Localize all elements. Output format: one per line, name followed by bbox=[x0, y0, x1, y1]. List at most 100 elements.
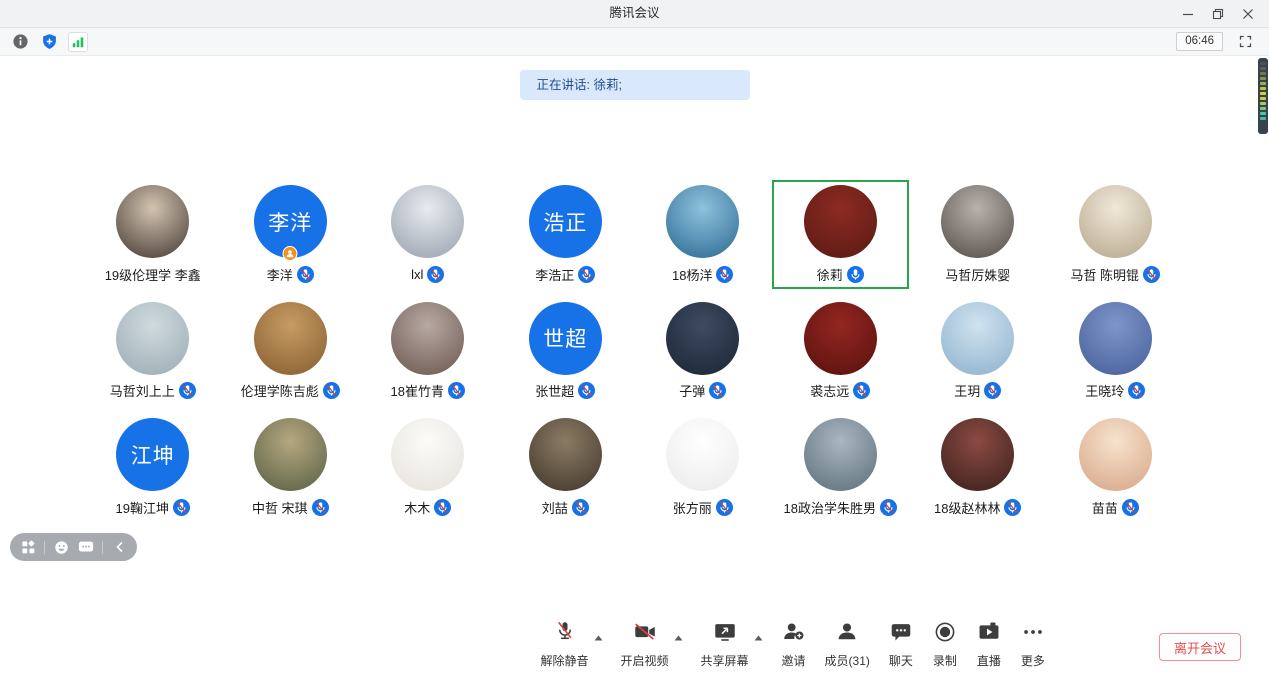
participant-tile[interactable]: 18崔竹青 bbox=[359, 297, 497, 406]
mic-muted-icon bbox=[716, 266, 733, 283]
participant-tile[interactable]: 子弹 bbox=[634, 297, 772, 406]
title-bar: 腾讯会议 bbox=[0, 0, 1269, 28]
toolbar-button-group: 邀请 bbox=[781, 619, 807, 669]
avatar: 浩正 bbox=[529, 185, 602, 258]
volume-level-bar bbox=[1260, 77, 1266, 80]
participant-name-row: 苗苗 bbox=[1092, 498, 1139, 516]
participant-tile[interactable]: lxl bbox=[359, 180, 497, 289]
record-button[interactable]: 录制 bbox=[932, 619, 958, 669]
mic-muted-icon bbox=[1128, 382, 1145, 399]
participant-tile[interactable]: 张方丽 bbox=[634, 413, 772, 522]
toolbar-button-group: 共享屏幕 bbox=[701, 619, 763, 669]
participant-name: 子弹 bbox=[679, 381, 705, 400]
camera-off-button[interactable]: 开启视频 bbox=[621, 619, 669, 669]
members-button[interactable]: 成员(31) bbox=[825, 619, 870, 669]
more-button[interactable]: 更多 bbox=[1020, 619, 1046, 669]
participant-name-row: 木木 bbox=[404, 498, 451, 516]
chat-icon bbox=[888, 619, 914, 650]
chevron-up-icon[interactable] bbox=[674, 628, 683, 646]
avatar bbox=[666, 302, 739, 375]
participant-tile[interactable]: 王晓玲 bbox=[1047, 297, 1185, 406]
participant-tile[interactable]: 马哲刘上上 bbox=[84, 297, 222, 406]
restore-icon[interactable] bbox=[1203, 0, 1233, 28]
apps-layout-icon[interactable] bbox=[19, 538, 37, 556]
avatar bbox=[1079, 185, 1152, 258]
participant-row: 江坤19鞠江坤中哲 宋琪木木 刘喆 张方丽18政治学朱胜男 18级赵林林 苗苗 bbox=[84, 413, 1184, 522]
avatar bbox=[391, 185, 464, 258]
participant-tile[interactable]: 伦理学陈吉彪 bbox=[222, 297, 360, 406]
network-signal-icon[interactable] bbox=[68, 32, 88, 52]
avatar bbox=[116, 302, 189, 375]
live-icon bbox=[976, 619, 1002, 650]
host-icon bbox=[286, 249, 295, 258]
avatar bbox=[529, 418, 602, 491]
participant-tile[interactable]: 刘喆 bbox=[497, 413, 635, 522]
mic-off-button[interactable]: 解除静音 bbox=[541, 619, 589, 669]
collapse-chevron-icon[interactable] bbox=[110, 538, 128, 556]
participant-tile[interactable]: 18政治学朱胜男 bbox=[772, 413, 910, 522]
volume-level-bar bbox=[1260, 112, 1266, 115]
avatar-initials: 世超 bbox=[529, 302, 602, 375]
avatar bbox=[666, 185, 739, 258]
participant-name: 马哲 陈明锟 bbox=[1070, 265, 1139, 284]
close-icon[interactable] bbox=[1233, 0, 1263, 28]
participant-name-row: 18级赵林林 bbox=[934, 498, 1021, 516]
participant-tile[interactable]: 王玥 bbox=[909, 297, 1047, 406]
avatar-photo-classic-painting bbox=[529, 418, 602, 491]
avatar-initials: 江坤 bbox=[116, 418, 189, 491]
participant-tile[interactable]: 中哲 宋琪 bbox=[222, 413, 360, 522]
avatar bbox=[254, 302, 327, 375]
participant-tile[interactable]: 木木 bbox=[359, 413, 497, 522]
chevron-up-icon[interactable] bbox=[594, 628, 603, 646]
mic-off-icon bbox=[552, 619, 578, 650]
fullscreen-icon[interactable] bbox=[1235, 32, 1255, 52]
participant-tile[interactable]: 19级伦理学 李鑫 bbox=[84, 180, 222, 289]
share-screen-button[interactable]: 共享屏幕 bbox=[701, 619, 749, 669]
participant-tile[interactable]: 徐莉 bbox=[772, 180, 910, 289]
participant-name-row: 刘喆 bbox=[542, 498, 589, 516]
avatar-photo-cartoon-boy-dark bbox=[666, 302, 739, 375]
toolbar-button-label: 邀请 bbox=[782, 652, 806, 669]
participant-tile[interactable]: 马哲厉姝婴 bbox=[909, 180, 1047, 289]
participant-tile[interactable]: 江坤19鞠江坤 bbox=[84, 413, 222, 522]
participant-name: 马哲厉姝婴 bbox=[945, 265, 1010, 284]
emoji-icon[interactable] bbox=[52, 538, 70, 556]
toolbar-button-label: 录制 bbox=[933, 652, 957, 669]
security-shield-icon[interactable] bbox=[39, 32, 59, 52]
avatar bbox=[1079, 418, 1152, 491]
mic-muted-icon bbox=[572, 499, 589, 516]
participant-tile[interactable]: 世超张世超 bbox=[497, 297, 635, 406]
mic-muted-icon bbox=[427, 266, 444, 283]
participant-row: 马哲刘上上 伦理学陈吉彪 18崔竹青 世超张世超子弹 裘志远王玥王晓玲 bbox=[84, 297, 1184, 406]
info-icon[interactable] bbox=[10, 32, 30, 52]
participant-tile[interactable]: 18杨洋 bbox=[634, 180, 772, 289]
participant-tile[interactable]: 18级赵林林 bbox=[909, 413, 1047, 522]
chat-button[interactable]: 聊天 bbox=[888, 619, 914, 669]
leave-meeting-button[interactable]: 离开会议 bbox=[1159, 633, 1241, 661]
record-icon bbox=[932, 619, 958, 650]
minimize-icon[interactable] bbox=[1173, 0, 1203, 28]
invite-button[interactable]: 邀请 bbox=[781, 619, 807, 669]
toolbar-button-label: 共享屏幕 bbox=[701, 652, 749, 669]
participant-tile[interactable]: 浩正李浩正 bbox=[497, 180, 635, 289]
volume-level-bar bbox=[1260, 87, 1266, 90]
participant-tile[interactable]: 李洋李洋 bbox=[222, 180, 360, 289]
avatar-photo-seabirds-sky bbox=[804, 418, 877, 491]
participant-name: 徐莉 bbox=[817, 265, 843, 284]
volume-level-bar bbox=[1260, 117, 1266, 120]
participant-name: 马哲刘上上 bbox=[110, 381, 175, 400]
toolbar-button-group: 解除静音 bbox=[541, 619, 603, 669]
bottom-toolbar: 解除静音开启视频共享屏幕 邀请 成员(31) 聊天录制 直播更多 离开会议 bbox=[0, 618, 1269, 674]
participant-name-row: 子弹 bbox=[679, 382, 726, 400]
participant-name-row: 马哲刘上上 bbox=[110, 382, 196, 400]
caption-chat-icon[interactable] bbox=[77, 538, 95, 556]
mic-muted-icon bbox=[1004, 499, 1021, 516]
participant-tile[interactable]: 裘志远 bbox=[772, 297, 910, 406]
participant-tile[interactable]: 苗苗 bbox=[1047, 413, 1185, 522]
participant-name-row: 18杨洋 bbox=[672, 265, 733, 283]
volume-level-bar bbox=[1260, 97, 1266, 100]
live-button[interactable]: 直播 bbox=[976, 619, 1002, 669]
participant-tile[interactable]: 马哲 陈明锟 bbox=[1047, 180, 1185, 289]
participant-name-row: 18崔竹青 bbox=[391, 382, 465, 400]
chevron-up-icon[interactable] bbox=[754, 628, 763, 646]
